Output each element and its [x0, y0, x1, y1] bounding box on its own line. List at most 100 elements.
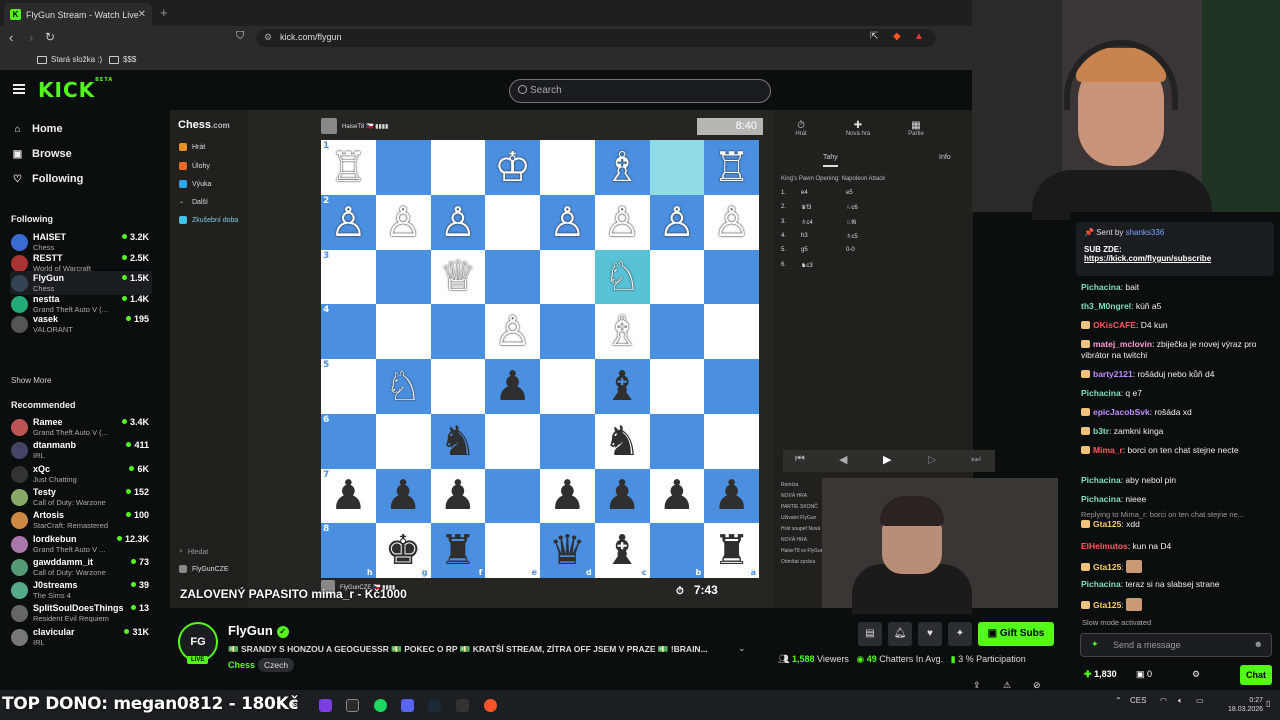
spotify-icon[interactable] [374, 699, 387, 712]
chat-username[interactable]: epicJacobSvk [1093, 407, 1150, 417]
chat-username[interactable]: Pichacina [1081, 475, 1121, 485]
chat-username[interactable]: Gta125 [1093, 562, 1121, 572]
system-clock[interactable]: 0:27 18.03.2026 [1228, 696, 1263, 714]
channel-row[interactable]: SplitSoulDoesThings Resident Evil Requiem… [10, 601, 152, 625]
side-note: Odmítat zpráva [781, 559, 816, 565]
chat-username[interactable]: Gta125 [1093, 519, 1121, 529]
obs-icon[interactable] [456, 699, 469, 712]
brave-rewards-icon[interactable]: ▲ [914, 31, 924, 42]
back-icon[interactable]: ‹ [9, 30, 13, 45]
close-tab-icon[interactable]: ✕ [138, 9, 146, 20]
chat-message[interactable]: matej_mclovin: zbiječka je novej výraz p… [1081, 339, 1269, 361]
wifi-icon[interactable]: ◠ [1160, 696, 1167, 705]
steam-icon[interactable] [428, 699, 441, 712]
bookmark-folder-2[interactable]: $$$ [109, 55, 136, 64]
bookmark-icon[interactable]: ⛉ [236, 30, 244, 43]
site-info-icon[interactable]: ⚙ [264, 32, 272, 43]
chat-username[interactable]: Pichacina [1081, 579, 1121, 589]
chat-message[interactable]: th3_M0ngrel: kúň a5 [1081, 301, 1269, 312]
pinned-link[interactable]: https://kick.com/flygun/subscribe [1084, 254, 1266, 263]
url-field[interactable]: ⚙ kick.com/flygun [256, 29, 936, 47]
nav-following[interactable]: ♡ Following [12, 173, 83, 185]
chat-message[interactable]: OKisCAFE: D4 kun [1081, 320, 1269, 331]
channel-row[interactable]: J0streams The Sims 4 39 [10, 578, 152, 602]
chat-username[interactable]: OKisCAFE [1093, 320, 1136, 330]
chat-message[interactable]: Pichacina: bait [1081, 282, 1269, 293]
chat-username[interactable]: Pichacina [1081, 282, 1121, 292]
terminal-icon[interactable] [346, 699, 359, 712]
chat-username[interactable]: barty2121 [1093, 369, 1133, 379]
chat-username[interactable]: Gta125 [1093, 600, 1121, 610]
app-icon[interactable]: ɕ [292, 697, 305, 710]
language-indicator[interactable]: CES [1130, 696, 1146, 705]
channel-row[interactable]: Ramee Grand Theft Auto V (... 3.4K [10, 415, 152, 439]
battery-icon[interactable]: ▭ [1196, 696, 1204, 705]
chat-message[interactable]: Pichacina: aby nebol pin [1081, 475, 1269, 486]
chat-message[interactable]: Gta125: [1081, 598, 1269, 611]
streamer-name[interactable]: FlyGun ✓ [228, 623, 289, 638]
channel-row[interactable]: clavicular IRL 31K [10, 625, 152, 649]
brave-icon[interactable] [484, 699, 497, 712]
channel-row[interactable]: lordkebun Grand Theft Auto V ... 12.3K [10, 532, 152, 556]
browser-tab[interactable]: K FlyGun Stream - Watch Live o... ✕ [4, 3, 152, 26]
discord-icon[interactable] [401, 699, 414, 712]
chat-message[interactable]: epicJacobSvk: rošáda xd [1081, 407, 1269, 418]
emote-icon[interactable]: ☻ [1254, 639, 1263, 649]
search-input[interactable]: Search [509, 79, 771, 103]
chat-message[interactable]: Pichacina: teraz si na slabsej strane [1081, 579, 1269, 590]
channel-row[interactable]: gawddamm_it Call of Duty: Warzone 73 [10, 555, 152, 579]
follow-button[interactable]: ♥ [918, 622, 942, 646]
volume-icon[interactable]: 🔈︎ [1178, 696, 1183, 706]
chat-username[interactable]: Pichacina [1081, 388, 1121, 398]
nav-browse[interactable]: ▣ Browse [12, 148, 72, 160]
chat-message[interactable]: Gta125: [1081, 560, 1269, 573]
chat-message[interactable]: Pichacina: q e7 [1081, 388, 1269, 399]
chat-username[interactable]: b3tr [1093, 426, 1109, 436]
white-piece: ♕ [439, 252, 477, 301]
board-square [375, 304, 431, 359]
nav-home[interactable]: ⌂ Home [12, 123, 62, 135]
channel-row[interactable]: xQc Just Chatting 6K [10, 462, 152, 486]
pinned-message[interactable]: 📌 Sent by shanks336 SUB ZDE: https://kic… [1076, 222, 1274, 276]
chat-message[interactable]: Gta125: xdd [1081, 519, 1269, 530]
video-player[interactable]: Chess.com Hrát Úlohy Výuka ⌄ Další Zkušeb… [170, 110, 1058, 614]
sparkle-button[interactable]: ✦ [948, 622, 972, 646]
channel-row[interactable]: dtanmanb IRL 411 [10, 438, 152, 462]
stream-tag[interactable]: Czech [258, 658, 295, 672]
show-more-link[interactable]: Show More [11, 376, 51, 385]
bookmark-folder-1[interactable]: Stará složka :) [37, 55, 102, 64]
gift-count[interactable]: ▣ 0 [1136, 669, 1152, 680]
tray-arrow-icon[interactable]: ⌃ [1115, 696, 1122, 705]
chat-message[interactable]: b3tr: zamkni kinga [1081, 426, 1269, 437]
kick-logo[interactable]: KICKBETA [38, 77, 113, 102]
chat-message[interactable]: Mima_r: borci on ten chat stejne necte [1081, 445, 1269, 456]
channel-row[interactable]: Artosis StarCraft: Remastered 100 [10, 508, 152, 532]
chat-message[interactable]: Pichacina: nieee [1081, 494, 1269, 505]
menu-icon[interactable] [13, 84, 25, 94]
chat-username[interactable]: Pichacina [1081, 494, 1121, 504]
channel-points[interactable]: ✚ 1,830 [1084, 669, 1117, 680]
chat-username[interactable]: Mima_r [1093, 445, 1123, 455]
chat-message[interactable]: ElHelmutos: kun na D4 [1081, 541, 1269, 552]
chat-input[interactable]: ✦ Send a message ☻ [1080, 633, 1272, 657]
expand-title-icon[interactable]: ⌄ [738, 643, 746, 654]
clip-button[interactable]: ▤ [858, 622, 882, 646]
forward-icon[interactable]: › [29, 30, 33, 45]
chat-username[interactable]: th3_M0ngrel [1081, 301, 1131, 311]
brave-shield-icon[interactable]: ◆ [893, 31, 901, 42]
channel-row[interactable]: Testy Call of Duty: Warzone 152 [10, 485, 152, 509]
notifications-icon[interactable]: ▯ [1266, 699, 1270, 708]
notify-button[interactable]: 🔔︎ [888, 622, 912, 646]
share-icon[interactable]: ⇱ [870, 31, 878, 42]
chat-send-button[interactable]: Chat [1240, 665, 1272, 685]
new-tab-icon[interactable]: + [160, 5, 168, 20]
chat-username[interactable]: matej_mclovin [1093, 339, 1152, 349]
chat-settings-icon[interactable]: ⚙ [1192, 669, 1200, 680]
stream-category[interactable]: Chess [228, 660, 255, 670]
reload-icon[interactable]: ↻ [45, 30, 55, 44]
chat-message[interactable]: barty2121: rošáduj nebo kůň d4 [1081, 369, 1269, 380]
gift-subs-button[interactable]: ▣ Gift Subs [978, 622, 1054, 646]
channel-row[interactable]: vasek VALORANT 195 [10, 312, 152, 336]
chat-username[interactable]: ElHelmutos [1081, 541, 1128, 551]
app-grid-icon[interactable] [319, 699, 332, 712]
